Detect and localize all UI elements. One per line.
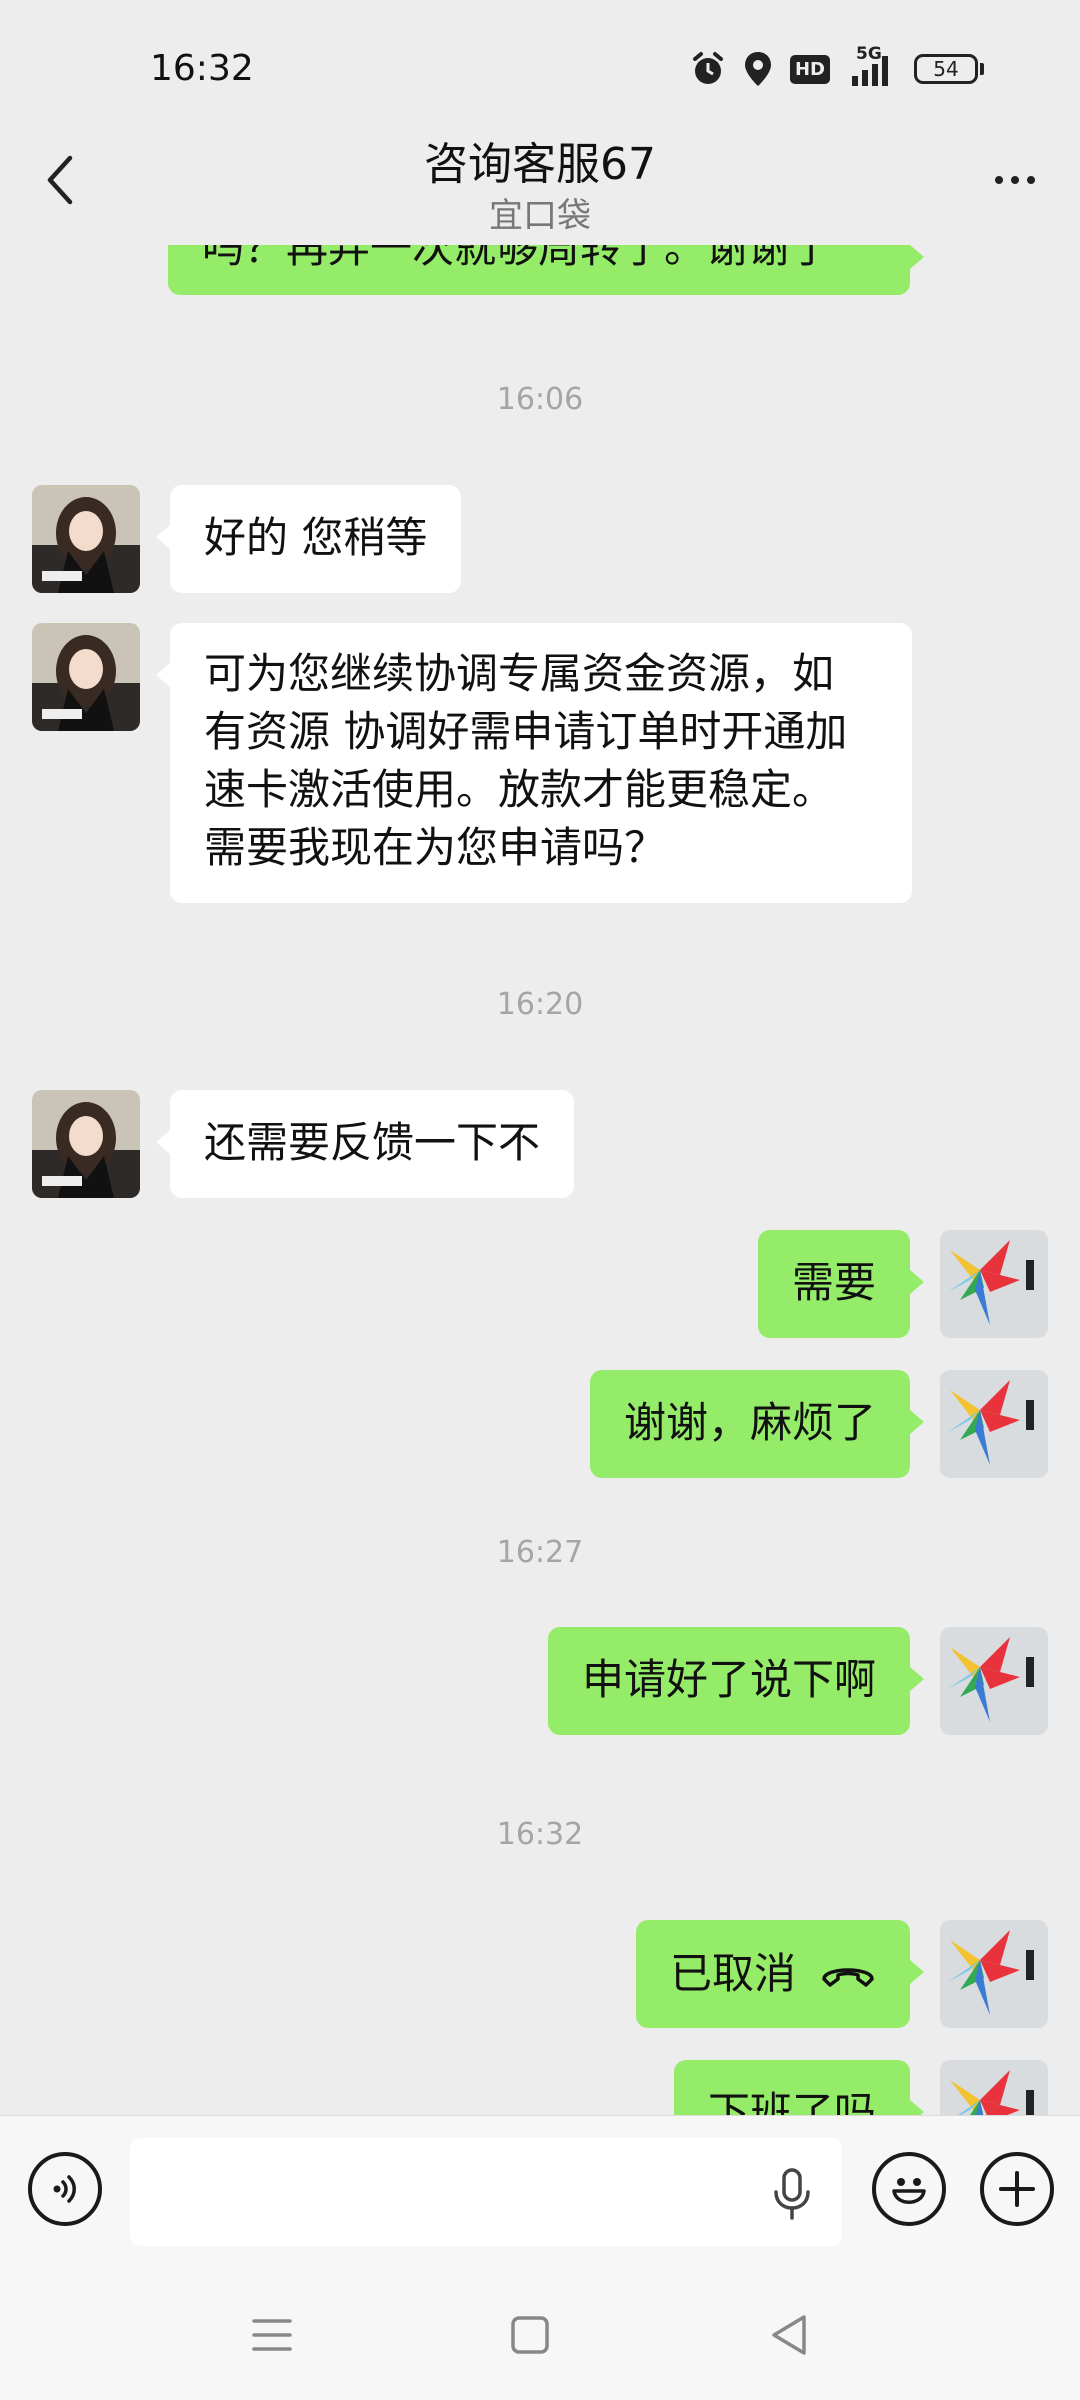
message-received[interactable]: 还需要反馈一下不 bbox=[155, 1090, 575, 1198]
battery-level: 54 bbox=[914, 54, 978, 84]
message-text: 下班了吗 bbox=[707, 2088, 876, 2115]
message-text: 谢谢，麻烦了 bbox=[623, 1398, 876, 1447]
voice-input-button[interactable] bbox=[770, 2168, 814, 2224]
chat-subtitle: 宜口袋 bbox=[489, 196, 591, 236]
avatar-self[interactable] bbox=[940, 1370, 1048, 1478]
voice-mode-button[interactable] bbox=[28, 2152, 102, 2226]
status-time: 16:32 bbox=[150, 48, 254, 89]
alarm-icon bbox=[692, 52, 723, 84]
message-input[interactable] bbox=[130, 2138, 842, 2246]
timestamp: 16:20 bbox=[496, 987, 584, 1022]
more-dot-icon bbox=[1027, 176, 1035, 184]
message-sent[interactable]: 谢谢，麻烦了 bbox=[589, 1370, 925, 1478]
message-call-cancelled[interactable]: 已取消 bbox=[635, 1920, 925, 2028]
avatar-agent[interactable] bbox=[32, 1090, 140, 1198]
hd-icon: HD bbox=[789, 54, 830, 84]
triangle-back-icon bbox=[772, 2315, 806, 2355]
plus-icon bbox=[999, 2171, 1035, 2207]
message-text: 申请好了说下啊 bbox=[581, 1655, 876, 1704]
message-text: 好的 您稍等 bbox=[204, 513, 428, 562]
message-text-line: 速卡激活使用。放款才能更稳定。 bbox=[204, 765, 835, 814]
message-sent[interactable]: 需要 bbox=[757, 1230, 925, 1338]
message-text: 吗？再弄一次就够周转了。谢谢了 bbox=[202, 245, 833, 272]
timestamp: 16:06 bbox=[496, 382, 584, 417]
back-nav-button[interactable] bbox=[758, 2310, 818, 2360]
chat-header: 咨询客服67 宜口袋 bbox=[0, 110, 1080, 245]
emoji-button[interactable] bbox=[872, 2152, 946, 2226]
square-icon bbox=[511, 2316, 549, 2354]
more-dot-icon bbox=[1011, 176, 1019, 184]
location-icon bbox=[744, 52, 771, 86]
message-text: 已取消 bbox=[669, 1949, 796, 1998]
chat-title: 咨询客服67 bbox=[424, 139, 656, 190]
status-icons: HD 5G 54 bbox=[690, 44, 984, 88]
message-text-line: 有资源 协调好需申请订单时开通加 bbox=[204, 707, 848, 756]
avatar-agent[interactable] bbox=[32, 485, 140, 593]
message-text-line: 需要我现在为您申请吗？ bbox=[204, 823, 667, 872]
message-received[interactable]: 可为您继续协调专属资金资源，如 有资源 协调好需申请订单时开通加 速卡激活使用。… bbox=[156, 623, 912, 903]
menu-icon bbox=[252, 2319, 292, 2351]
avatar-self[interactable] bbox=[940, 2060, 1048, 2115]
home-button[interactable] bbox=[500, 2310, 560, 2360]
smiley-icon bbox=[892, 2178, 926, 2204]
voice-icon bbox=[53, 2175, 76, 2203]
message-sent[interactable]: 下班了吗 bbox=[673, 2060, 925, 2115]
message-text: 需要 bbox=[791, 1258, 876, 1307]
message-received[interactable]: 好的 您稍等 bbox=[155, 485, 462, 593]
battery-icon: 54 bbox=[914, 54, 984, 84]
avatar-self[interactable] bbox=[940, 1920, 1048, 2028]
timestamp: 16:32 bbox=[496, 1817, 584, 1852]
timestamp: 16:27 bbox=[496, 1535, 584, 1570]
more-options-button[interactable] bbox=[980, 155, 1050, 205]
message-list[interactable]: 吗？再弄一次就够周转了。谢谢了 16:06 好的 您稍等 可为您继续协调专属资金… bbox=[0, 245, 1080, 2115]
message-sent[interactable]: 吗？再弄一次就够周转了。谢谢了 bbox=[168, 245, 924, 295]
avatar-agent[interactable] bbox=[32, 623, 140, 731]
more-functions-button[interactable] bbox=[980, 2152, 1054, 2226]
message-text-line: 可为您继续协调专属资金资源，如 bbox=[204, 649, 835, 698]
avatar-self[interactable] bbox=[940, 1627, 1048, 1735]
message-sent[interactable]: 申请好了说下啊 bbox=[547, 1627, 925, 1735]
recent-apps-button[interactable] bbox=[242, 2310, 302, 2360]
signal-icon: 5G bbox=[846, 44, 898, 88]
hang-up-icon bbox=[822, 1968, 874, 1987]
message-text: 还需要反馈一下不 bbox=[204, 1118, 541, 1167]
avatar-self[interactable] bbox=[940, 1230, 1048, 1338]
microphone-icon bbox=[774, 2168, 810, 2220]
system-nav-bar bbox=[0, 2270, 1080, 2400]
more-dot-icon bbox=[995, 176, 1003, 184]
input-bar bbox=[0, 2115, 1080, 2270]
